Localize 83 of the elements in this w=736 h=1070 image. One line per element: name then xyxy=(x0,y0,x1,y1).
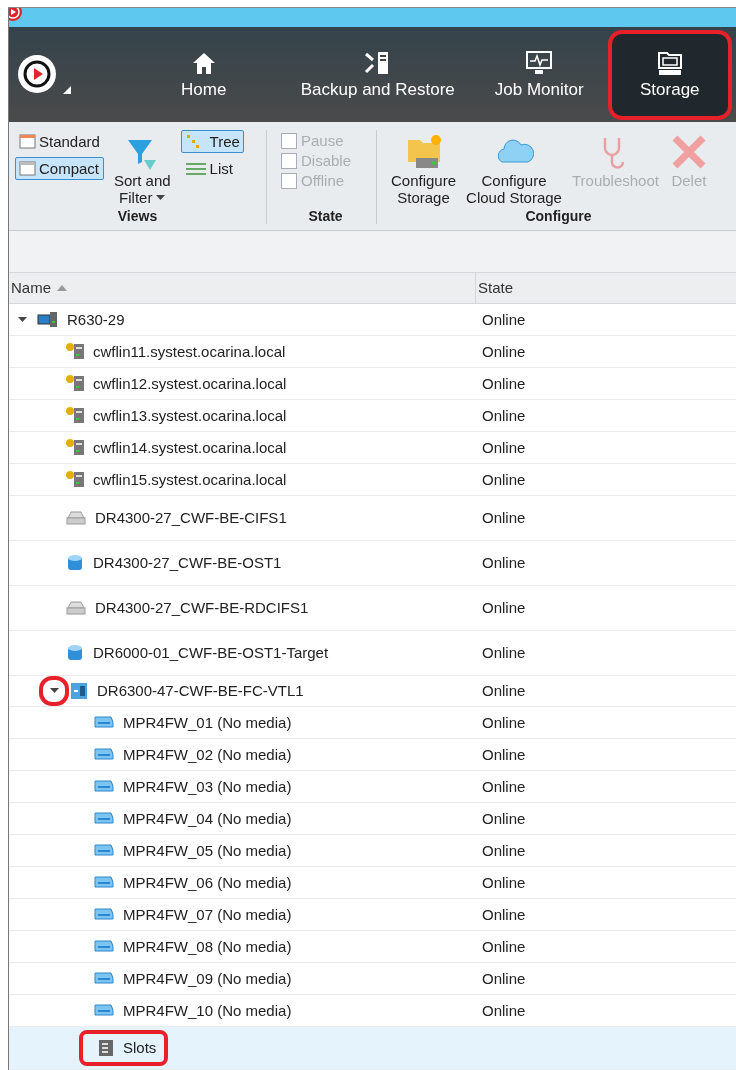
nav-tab[interactable]: Backup and Restore xyxy=(286,27,469,123)
state-text: Online xyxy=(482,439,526,456)
sort-filter-button[interactable]: Sort and Filter xyxy=(109,130,175,209)
item-name: MPR4FW_10 (No media) xyxy=(123,1002,292,1019)
state-text: Online xyxy=(482,407,526,424)
group-label: Views xyxy=(116,208,159,225)
drive-icon xyxy=(65,598,87,618)
group-label: State xyxy=(307,208,344,225)
configure-button[interactable]: Configure Cloud Storage xyxy=(462,130,566,209)
state-text: Online xyxy=(482,682,526,700)
view-mode-button[interactable]: List xyxy=(180,157,244,181)
tree-row[interactable]: Slots xyxy=(9,1027,736,1070)
monitor-icon xyxy=(525,49,554,76)
dropdown-caret-icon xyxy=(156,195,166,201)
view-layout-button[interactable]: Compact xyxy=(15,157,104,181)
tape-library-icon xyxy=(69,681,89,701)
item-name: R630-29 xyxy=(67,311,125,328)
state-text: Online xyxy=(482,842,526,859)
caret-down-icon xyxy=(17,315,27,324)
list-icon xyxy=(184,160,207,178)
item-name: MPR4FW_02 (No media) xyxy=(123,746,292,763)
item-name: DR4300-27_CWF-BE-CIFS1 xyxy=(95,509,287,527)
state-text: Online xyxy=(482,810,526,827)
item-name: DR4300-27_CWF-BE-OST1 xyxy=(93,554,282,572)
database-icon xyxy=(65,553,85,573)
item-name: MPR4FW_07 (No media) xyxy=(123,906,292,923)
state-text: Online xyxy=(482,970,526,987)
item-name: cwflin14.systest.ocarina.local xyxy=(93,439,287,456)
app-logo-icon xyxy=(17,53,73,96)
item-name: DR6000-01_CWF-BE-OST1-Target xyxy=(93,644,329,662)
caret-down-icon xyxy=(49,686,59,696)
item-name: Slots xyxy=(123,1039,157,1057)
state-text: Online xyxy=(482,471,526,488)
slots-icon xyxy=(97,1038,115,1058)
state-text: Online xyxy=(482,938,526,955)
state-text: Online xyxy=(482,554,526,572)
state-text: Online xyxy=(482,599,526,617)
item-name: cwflin13.systest.ocarina.local xyxy=(93,407,287,424)
column-header[interactable]: State xyxy=(476,272,514,303)
item-name: MPR4FW_09 (No media) xyxy=(123,970,292,987)
database-icon xyxy=(65,643,85,663)
item-name: MPR4FW_05 (No media) xyxy=(123,842,292,859)
item-name: DR6300-47-CWF-BE-FC-VTL1 xyxy=(97,682,304,700)
server-icon xyxy=(37,309,59,330)
storage-icon xyxy=(655,49,684,76)
server-user-icon xyxy=(65,405,85,426)
state-text: Online xyxy=(482,714,526,731)
view-mode-button[interactable]: Tree xyxy=(180,130,244,154)
state-text: Online xyxy=(482,509,526,527)
state-text: Online xyxy=(482,375,526,392)
server-user-icon xyxy=(65,341,85,362)
nav-tab[interactable]: Job Monitor xyxy=(480,27,598,123)
drive-icon xyxy=(65,508,87,528)
state-text: Online xyxy=(482,311,526,328)
item-name: MPR4FW_03 (No media) xyxy=(123,778,292,795)
state-text: Online xyxy=(482,746,526,763)
state-text: Online xyxy=(482,906,526,923)
sort-up-icon xyxy=(57,284,67,291)
layout-icon xyxy=(19,133,36,151)
state-text: Online xyxy=(482,343,526,360)
column-header[interactable]: Name xyxy=(9,272,476,303)
server-user-icon xyxy=(65,469,85,490)
configure-button[interactable]: Configure Storage xyxy=(387,130,461,209)
state-text: Online xyxy=(482,778,526,795)
item-name: DR4300-27_CWF-BE-RDCIFS1 xyxy=(95,599,309,617)
item-name: cwflin15.systest.ocarina.local xyxy=(93,471,287,488)
state-text: Online xyxy=(482,644,526,662)
group-label: Configure xyxy=(524,208,593,225)
item-name: MPR4FW_04 (No media) xyxy=(123,810,292,827)
server-user-icon xyxy=(65,373,85,394)
item-name: MPR4FW_01 (No media) xyxy=(123,714,292,731)
tree-row[interactable]: DR6300-47-CWF-BE-FC-VTL1 Online xyxy=(9,676,736,707)
state-text: Online xyxy=(482,874,526,891)
nav-tab[interactable]: Home xyxy=(132,27,275,123)
state-text: Online xyxy=(482,1002,526,1019)
server-user-icon xyxy=(65,437,85,458)
view-layout-button[interactable]: Standard xyxy=(15,130,104,154)
item-name: MPR4FW_06 (No media) xyxy=(123,874,292,891)
item-name: cwflin11.systest.ocarina.local xyxy=(93,343,286,360)
item-name: cwflin12.systest.ocarina.local xyxy=(93,375,287,392)
layout-icon xyxy=(19,160,36,178)
nav-tab[interactable]: Storage xyxy=(609,31,730,118)
item-name: MPR4FW_08 (No media) xyxy=(123,938,292,955)
